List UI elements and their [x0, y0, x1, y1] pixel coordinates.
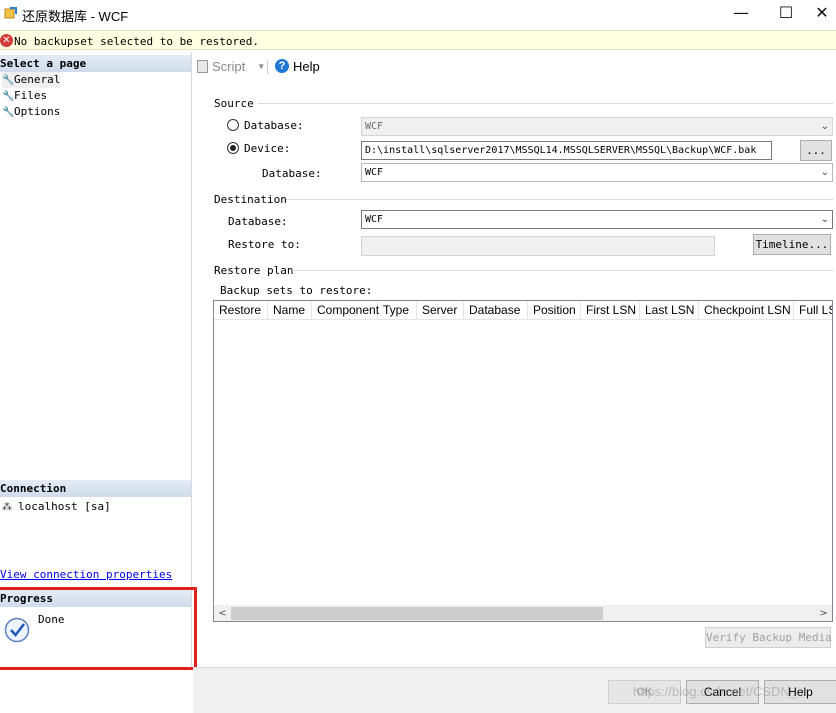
page-item-options[interactable]: 🔧Options	[2, 104, 60, 120]
chevron-down-icon: ⌄	[820, 167, 829, 178]
database-option-label: Database:	[244, 119, 304, 132]
left-pane: Select a page 🔧General 🔧Files 🔧Options C…	[0, 52, 192, 670]
progress-highlight-box	[0, 587, 197, 670]
title-bar: 还原数据库 - WCF — ☐ ✕	[0, 0, 836, 28]
connection-header: Connection	[0, 480, 191, 497]
divider	[286, 199, 833, 200]
server-connection-icon: ⁂	[2, 502, 12, 513]
help-label: Help	[293, 58, 320, 74]
close-button[interactable]: ✕	[808, 0, 836, 28]
column-header-checkpoint-lsn[interactable]: Checkpoint LSN	[699, 301, 794, 320]
column-header-last-lsn[interactable]: Last LSN	[640, 301, 699, 320]
divider	[292, 270, 833, 271]
column-header-restore[interactable]: Restore	[214, 301, 268, 320]
bottom-button-bar: OK Cancel Help https://blog.csdn.net/CSD…	[193, 667, 836, 713]
source-database-select: WCF ⌄	[361, 117, 833, 136]
column-header-name[interactable]: Name	[268, 301, 312, 320]
restore-plan-section-label: Restore plan	[214, 264, 294, 277]
wrench-icon: 🔧	[2, 91, 15, 102]
page-item-label: Files	[14, 89, 48, 102]
scroll-right-icon[interactable]: >	[815, 605, 832, 621]
device-database-select[interactable]: WCF ⌄	[361, 163, 833, 182]
scrollbar-thumb[interactable]	[231, 607, 603, 620]
script-label: Script	[212, 58, 246, 74]
column-header-full-lsn[interactable]: Full LS	[794, 301, 832, 320]
verify-backup-media-button[interactable]: Verify Backup Media	[705, 627, 832, 648]
device-radio[interactable]	[227, 142, 239, 154]
destination-section-label: Destination	[214, 193, 287, 206]
connection-item: ⁂ localhost [sa]	[2, 499, 111, 515]
script-button[interactable]: Script ▼	[197, 57, 265, 75]
minimize-button[interactable]: —	[718, 0, 764, 28]
chevron-down-icon: ⌄	[820, 121, 829, 132]
window-title: 还原数据库 - WCF	[22, 9, 129, 24]
column-header-database[interactable]: Database	[464, 301, 528, 320]
view-connection-properties-link[interactable]: View connection properties	[0, 567, 172, 583]
divider	[258, 103, 833, 104]
page-item-label: Options	[14, 105, 61, 118]
page-item-general[interactable]: 🔧General	[2, 72, 60, 88]
column-header-component[interactable]: Component	[312, 301, 379, 320]
destination-database-label: Database:	[228, 215, 288, 228]
database-radio[interactable]	[227, 119, 239, 131]
column-header-type[interactable]: Type	[378, 301, 417, 320]
app-icon	[4, 6, 18, 20]
chevron-down-icon: ⌄	[820, 214, 829, 225]
column-header-first-lsn[interactable]: First LSN	[581, 301, 640, 320]
destination-database-value: WCF	[365, 214, 384, 225]
chevron-down-icon: ▼	[257, 61, 266, 71]
error-icon: ✕	[0, 34, 13, 47]
restore-to-field	[361, 236, 715, 256]
toolbar: Script ▼ ? Help	[193, 52, 836, 80]
script-icon	[197, 59, 208, 73]
maximize-button[interactable]: ☐	[763, 0, 809, 28]
backup-sets-grid[interactable]: Restore Name Component Type Server Datab…	[213, 300, 833, 622]
source-section-label: Source	[214, 97, 254, 110]
toolbar-separator	[267, 60, 268, 74]
page-item-label: General	[14, 73, 61, 86]
column-header-position[interactable]: Position	[528, 301, 581, 320]
wrench-icon: 🔧	[2, 107, 15, 118]
restore-to-label: Restore to:	[228, 238, 301, 251]
scroll-left-icon[interactable]: <	[214, 605, 231, 621]
browse-device-button[interactable]: ...	[800, 140, 832, 161]
help-icon: ?	[275, 59, 289, 73]
error-message-bar: ✕ No backupset selected to be restored.	[0, 30, 836, 50]
help-toolbar-button[interactable]: ? Help	[275, 57, 320, 75]
watermark: https://blog.csdn.net/CSDN_	[633, 684, 798, 699]
horizontal-scrollbar[interactable]: < >	[214, 605, 832, 621]
device-path-field[interactable]: D:\install\sqlserver2017\MSSQL14.MSSQLSE…	[361, 141, 772, 160]
wrench-icon: 🔧	[2, 75, 15, 86]
select-page-header: Select a page	[0, 55, 191, 72]
grid-header: Restore Name Component Type Server Datab…	[214, 301, 832, 320]
device-database-value: WCF	[365, 167, 384, 178]
connection-value: localhost [sa]	[18, 500, 111, 513]
source-database-value: WCF	[365, 121, 384, 132]
device-option-label: Device:	[244, 142, 291, 155]
error-message: No backupset selected to be restored.	[14, 35, 260, 48]
timeline-button[interactable]: Timeline...	[753, 234, 831, 255]
destination-database-select[interactable]: WCF ⌄	[361, 210, 833, 229]
device-database-label: Database:	[262, 167, 322, 180]
page-item-files[interactable]: 🔧Files	[2, 88, 47, 104]
column-header-server[interactable]: Server	[417, 301, 464, 320]
backup-sets-label: Backup sets to restore:	[220, 284, 373, 297]
